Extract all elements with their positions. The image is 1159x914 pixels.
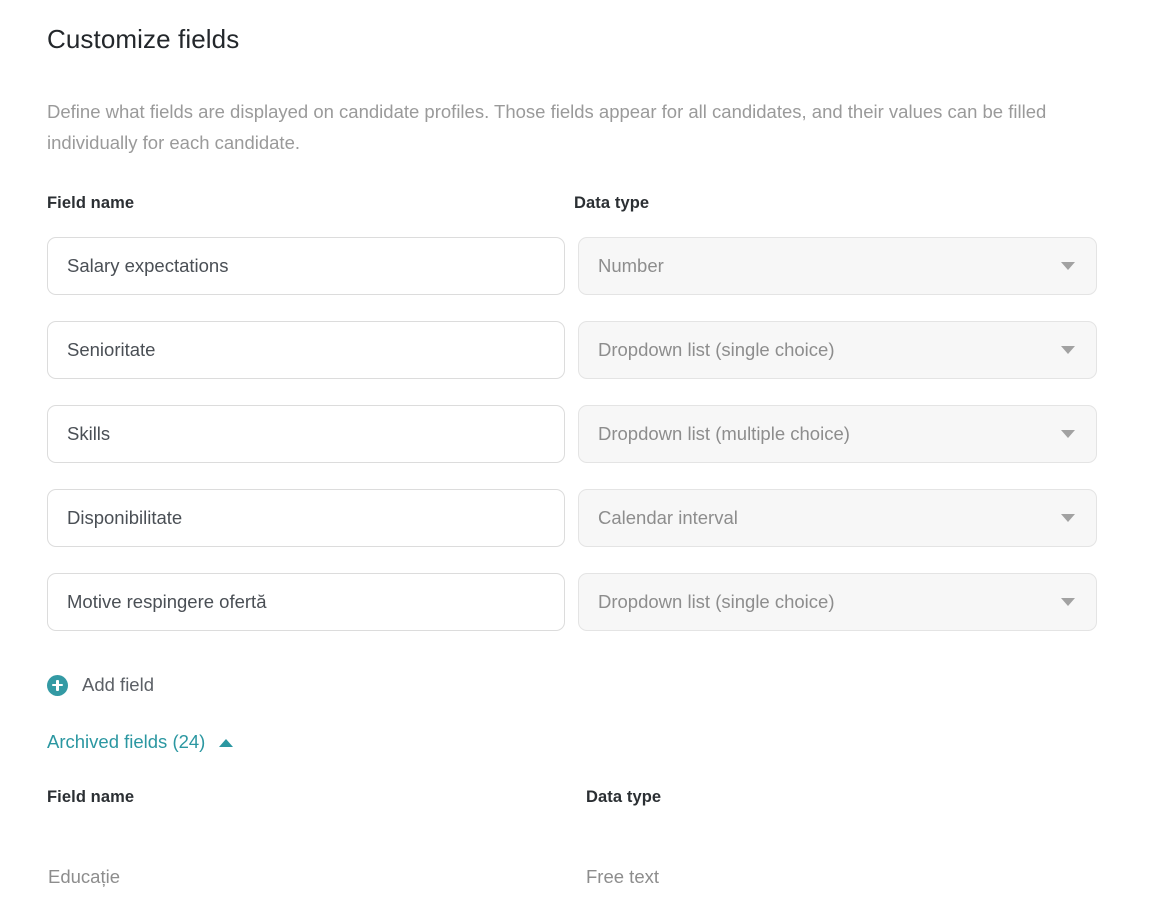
- table-row: Calendar interval: [0, 489, 1159, 573]
- active-fields-section: Field name Data type Number Dropdown lis…: [0, 192, 1159, 657]
- data-type-select-value: Calendar interval: [598, 507, 738, 528]
- archived-fields-label: Archived fields (24): [47, 731, 206, 752]
- active-fields-column-headers: Field name Data type: [0, 192, 1159, 222]
- chevron-down-icon: [1061, 598, 1075, 606]
- data-type-select-value: Dropdown list (multiple choice): [598, 423, 850, 444]
- chevron-down-icon: [1061, 430, 1075, 438]
- data-type-select[interactable]: Dropdown list (single choice): [578, 573, 1097, 631]
- chevron-down-icon: [1061, 346, 1075, 354]
- field-name-input[interactable]: [47, 489, 565, 547]
- column-header-field-name: Field name: [47, 194, 135, 212]
- table-row: Dropdown list (single choice): [0, 573, 1159, 657]
- table-row: Number: [0, 237, 1159, 321]
- table-row: Educație Free text: [0, 864, 1159, 904]
- archived-fields-toggle[interactable]: Archived fields (24): [47, 729, 234, 755]
- data-type-select[interactable]: Number: [578, 237, 1097, 295]
- field-name-input[interactable]: [47, 237, 565, 295]
- chevron-down-icon: [1061, 262, 1075, 270]
- page-description: Define what fields are displayed on cand…: [47, 101, 1047, 153]
- add-field-button[interactable]: Add field: [47, 673, 154, 697]
- archived-field-data-type: Free text: [586, 866, 659, 887]
- table-row: Dropdown list (single choice): [0, 321, 1159, 405]
- chevron-down-icon: [1061, 514, 1075, 522]
- field-name-input[interactable]: [47, 405, 565, 463]
- archived-column-header-field-name: Field name: [47, 788, 135, 806]
- data-type-select[interactable]: Dropdown list (single choice): [578, 321, 1097, 379]
- data-type-select-value: Dropdown list (single choice): [598, 339, 835, 360]
- field-name-input[interactable]: [47, 321, 565, 379]
- plus-circle-icon: [47, 674, 68, 696]
- field-name-input[interactable]: [47, 573, 565, 631]
- page-title: Customize fields: [47, 24, 240, 54]
- chevron-up-icon: [219, 739, 234, 747]
- column-header-data-type: Data type: [574, 194, 650, 212]
- customize-fields-page: Customize fields Define what fields are …: [0, 0, 1159, 914]
- data-type-select-value: Dropdown list (single choice): [598, 591, 835, 612]
- add-field-label: Add field: [82, 674, 154, 695]
- data-type-select[interactable]: Calendar interval: [578, 489, 1097, 547]
- data-type-select-value: Number: [598, 255, 664, 276]
- data-type-select[interactable]: Dropdown list (multiple choice): [578, 405, 1097, 463]
- table-row: Dropdown list (multiple choice): [0, 405, 1159, 489]
- field-rows-list: Number Dropdown list (single choice) Dro…: [0, 237, 1159, 657]
- archived-column-header-data-type: Data type: [586, 788, 662, 806]
- archived-field-name: Educație: [48, 866, 120, 887]
